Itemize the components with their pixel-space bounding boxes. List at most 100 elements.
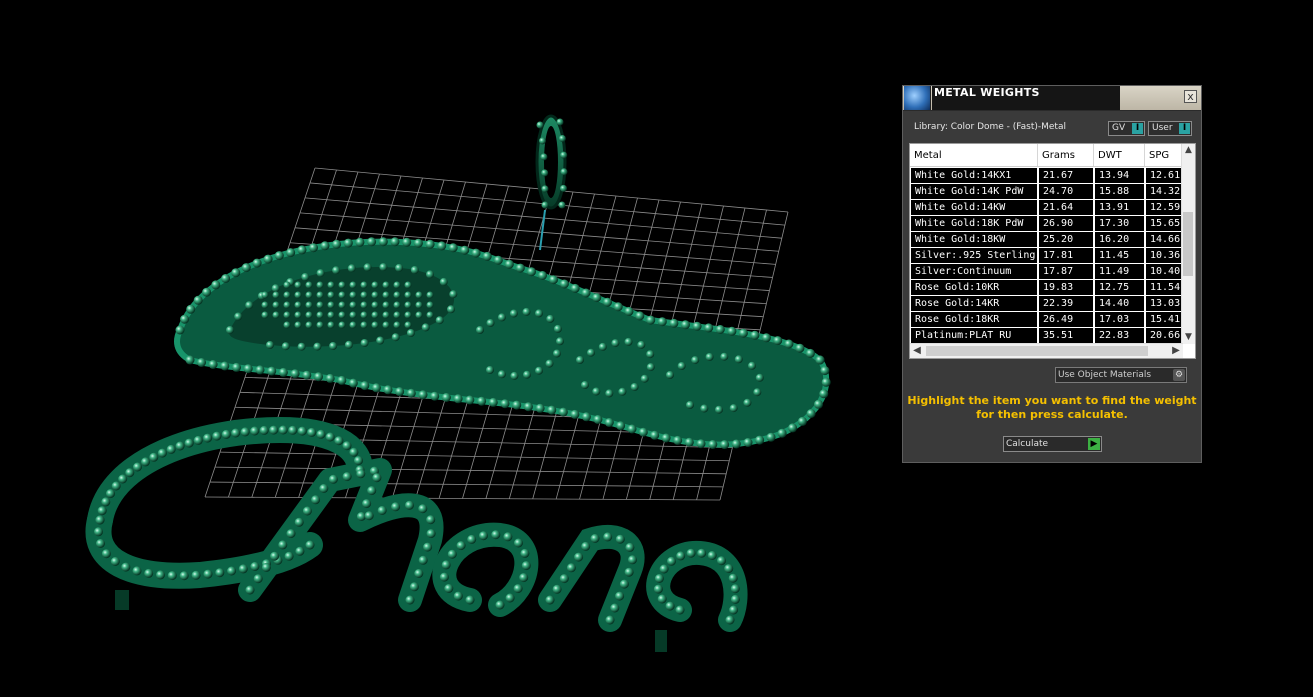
cell-grams: 19.83 bbox=[1039, 280, 1093, 295]
cell-metal: Silver:Continuum bbox=[911, 264, 1037, 279]
table-row[interactable]: Rose Gold:10KR 19.83 12.75 11.54 bbox=[910, 280, 1182, 296]
use-object-materials-button[interactable]: Use Object Materials ⚙ bbox=[1055, 367, 1187, 383]
cell-metal: White Gold:14K PdW bbox=[911, 184, 1037, 199]
stone bbox=[231, 428, 241, 438]
column-header-spg[interactable]: SPG bbox=[1145, 144, 1182, 166]
stone bbox=[559, 574, 569, 584]
table-row[interactable]: White Gold:14KX1 21.67 13.94 12.61 bbox=[910, 168, 1182, 184]
stone bbox=[278, 367, 288, 377]
stone bbox=[234, 312, 243, 321]
close-button[interactable]: x bbox=[1184, 90, 1197, 103]
stone bbox=[320, 241, 330, 251]
stone bbox=[558, 135, 566, 142]
stone bbox=[724, 564, 734, 574]
stone bbox=[705, 353, 714, 361]
stone bbox=[286, 529, 296, 539]
stone bbox=[362, 499, 372, 509]
stone bbox=[211, 280, 221, 290]
metal-table[interactable]: Metal Grams DWT SPG White Gold:14KX1 21.6… bbox=[909, 143, 1196, 359]
horizontal-scroll-thumb[interactable] bbox=[926, 346, 1148, 356]
stone bbox=[618, 387, 627, 396]
table-row[interactable]: Platinum:PLAT RU 35.51 22.83 20.66 bbox=[910, 328, 1182, 344]
stone bbox=[512, 400, 522, 410]
stone bbox=[748, 361, 756, 370]
stone bbox=[486, 319, 495, 327]
stone bbox=[395, 387, 405, 397]
stone bbox=[784, 339, 794, 349]
cell-dwt: 15.88 bbox=[1095, 184, 1144, 199]
table-row[interactable]: White Gold:14KW 21.64 13.91 12.59 bbox=[910, 200, 1182, 216]
table-row[interactable]: Rose Gold:14KR 22.39 14.40 13.03 bbox=[910, 296, 1182, 312]
stone bbox=[290, 369, 300, 379]
stone bbox=[448, 243, 458, 253]
panel-titlebar[interactable]: METAL WEIGHTS x bbox=[903, 86, 1201, 111]
stone bbox=[294, 301, 302, 309]
scroll-up-icon[interactable]: ▲ bbox=[1182, 144, 1195, 157]
stone bbox=[444, 584, 454, 593]
stone bbox=[715, 405, 723, 414]
stone bbox=[659, 564, 669, 574]
stone bbox=[657, 317, 667, 327]
column-header-dwt[interactable]: DWT bbox=[1094, 144, 1145, 166]
table-row[interactable]: White Gold:18KW 25.20 16.20 14.66 bbox=[910, 232, 1182, 248]
stone bbox=[669, 318, 679, 328]
stone bbox=[603, 532, 613, 542]
table-row[interactable]: Rose Gold:18KR 26.49 17.03 15.41 bbox=[910, 312, 1182, 328]
table-row[interactable]: Silver:.925 Sterling 17.81 11.45 10.36 bbox=[910, 248, 1182, 264]
stone bbox=[367, 486, 377, 496]
stone bbox=[707, 551, 717, 560]
table-row[interactable]: White Gold:18K PdW 26.90 17.30 15.65 bbox=[910, 216, 1182, 232]
cell-dwt: 16.20 bbox=[1095, 232, 1144, 247]
scroll-right-icon[interactable]: ▶ bbox=[1169, 344, 1183, 358]
stone bbox=[414, 569, 424, 578]
stone bbox=[605, 389, 614, 398]
gv-toggle[interactable]: GV I bbox=[1108, 121, 1145, 136]
stone bbox=[426, 270, 434, 279]
stone bbox=[294, 321, 302, 329]
table-row[interactable]: White Gold:14K PdW 24.70 15.88 14.32 bbox=[910, 184, 1182, 200]
play-icon: ▶ bbox=[1088, 438, 1100, 450]
cell-dwt: 11.49 bbox=[1095, 264, 1144, 279]
column-header-grams[interactable]: Grams bbox=[1038, 144, 1094, 166]
stone bbox=[717, 556, 726, 566]
stone bbox=[316, 281, 324, 289]
stone bbox=[274, 251, 284, 261]
stone bbox=[278, 540, 288, 550]
cell-dwt: 13.94 bbox=[1095, 168, 1144, 183]
cell-spg: 10.36 bbox=[1146, 248, 1182, 263]
table-row[interactable]: Silver:Continuum 17.87 11.49 10.40 bbox=[910, 264, 1182, 280]
stone bbox=[624, 337, 633, 346]
stone bbox=[439, 277, 448, 286]
stone bbox=[297, 342, 306, 351]
stone bbox=[197, 358, 206, 367]
stone bbox=[121, 562, 131, 572]
stone bbox=[691, 356, 700, 365]
scroll-left-icon[interactable]: ◀ bbox=[910, 344, 924, 358]
stone bbox=[729, 404, 738, 413]
stone bbox=[371, 291, 379, 299]
stone bbox=[371, 383, 381, 393]
stone bbox=[738, 328, 748, 338]
stone bbox=[410, 266, 419, 274]
stone bbox=[553, 324, 562, 333]
stone bbox=[536, 121, 544, 129]
column-header-metal[interactable]: Metal bbox=[910, 144, 1038, 166]
stone bbox=[630, 383, 639, 391]
cell-dwt: 14.40 bbox=[1095, 296, 1144, 311]
calculate-button[interactable]: Calculate ▶ bbox=[1003, 436, 1102, 452]
vertical-scrollbar[interactable]: ▲ ▼ bbox=[1181, 144, 1195, 344]
horizontal-scrollbar[interactable]: ◀ ▶ bbox=[910, 343, 1183, 358]
stone bbox=[245, 301, 254, 310]
stone bbox=[653, 584, 663, 594]
stone bbox=[521, 561, 531, 571]
stone bbox=[456, 541, 466, 551]
scroll-down-icon[interactable]: ▼ bbox=[1182, 331, 1195, 344]
cell-grams: 21.67 bbox=[1039, 168, 1093, 183]
stone bbox=[382, 311, 390, 319]
stone bbox=[316, 321, 324, 329]
stone bbox=[252, 258, 262, 268]
stone bbox=[635, 311, 645, 321]
metal-weights-panel: METAL WEIGHTS x Library: Color Dome - (F… bbox=[902, 85, 1202, 463]
user-toggle[interactable]: User I bbox=[1148, 121, 1192, 136]
vertical-scroll-thumb[interactable] bbox=[1183, 212, 1193, 276]
